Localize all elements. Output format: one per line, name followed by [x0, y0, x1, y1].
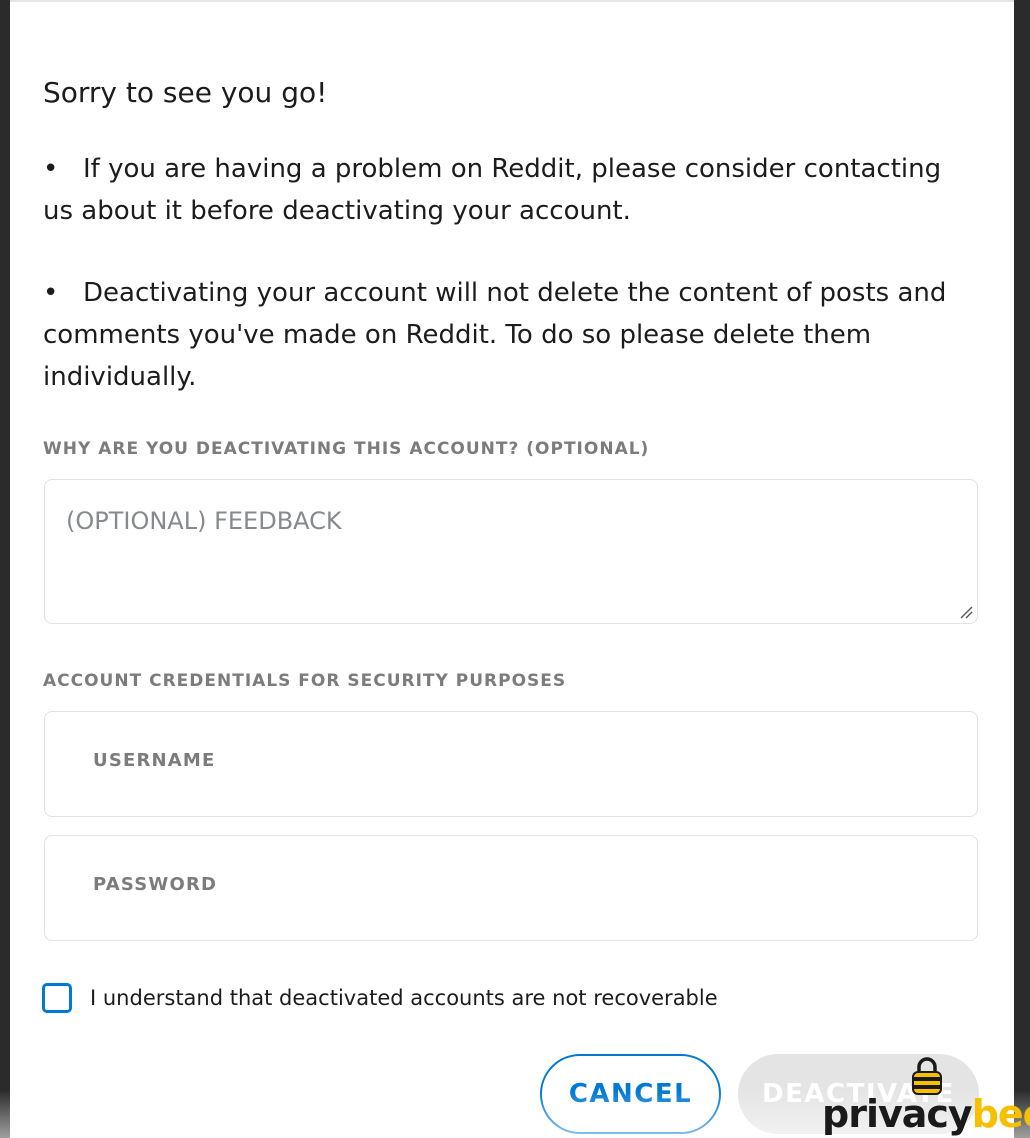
deactivate-account-dialog: Sorry to see you go! • If you are having …: [10, 0, 1014, 1138]
bullet-dot: •: [43, 154, 59, 184]
username-label: USERNAME: [93, 750, 216, 771]
info-bullet-contact: • If you are having a problem on Reddit, …: [43, 148, 963, 232]
bullet-text: Deactivating your account will not delet…: [43, 278, 947, 392]
bullet-text: If you are having a problem on Reddit, p…: [43, 154, 942, 226]
privacybee-watermark: privacybee: [822, 1056, 1030, 1138]
cancel-button[interactable]: CANCEL: [540, 1054, 721, 1134]
password-label: PASSWORD: [93, 874, 218, 895]
watermark-privacy: privacy: [822, 1092, 973, 1136]
username-input[interactable]: USERNAME: [44, 711, 978, 817]
feedback-section-label: WHY ARE YOU DEACTIVATING THIS ACCOUNT? (…: [43, 439, 650, 459]
confirm-checkbox[interactable]: [42, 983, 72, 1013]
bullet-dot: •: [43, 278, 59, 308]
feedback-textarea[interactable]: (OPTIONAL) FEEDBACK: [44, 479, 978, 624]
dialog-title: Sorry to see you go!: [43, 76, 328, 109]
info-bullet-content: • Deactivating your account will not dele…: [43, 272, 963, 398]
watermark-text: privacybee: [822, 1090, 1030, 1138]
watermark-bee: bee: [971, 1092, 1030, 1136]
resize-handle-icon[interactable]: [959, 605, 973, 619]
password-input[interactable]: PASSWORD: [44, 835, 978, 941]
confirm-row: I understand that deactivated accounts a…: [42, 980, 718, 1016]
feedback-placeholder: (OPTIONAL) FEEDBACK: [66, 507, 342, 535]
confirm-label[interactable]: I understand that deactivated accounts a…: [90, 986, 718, 1010]
credentials-section-label: ACCOUNT CREDENTIALS FOR SECURITY PURPOSE…: [43, 671, 567, 691]
